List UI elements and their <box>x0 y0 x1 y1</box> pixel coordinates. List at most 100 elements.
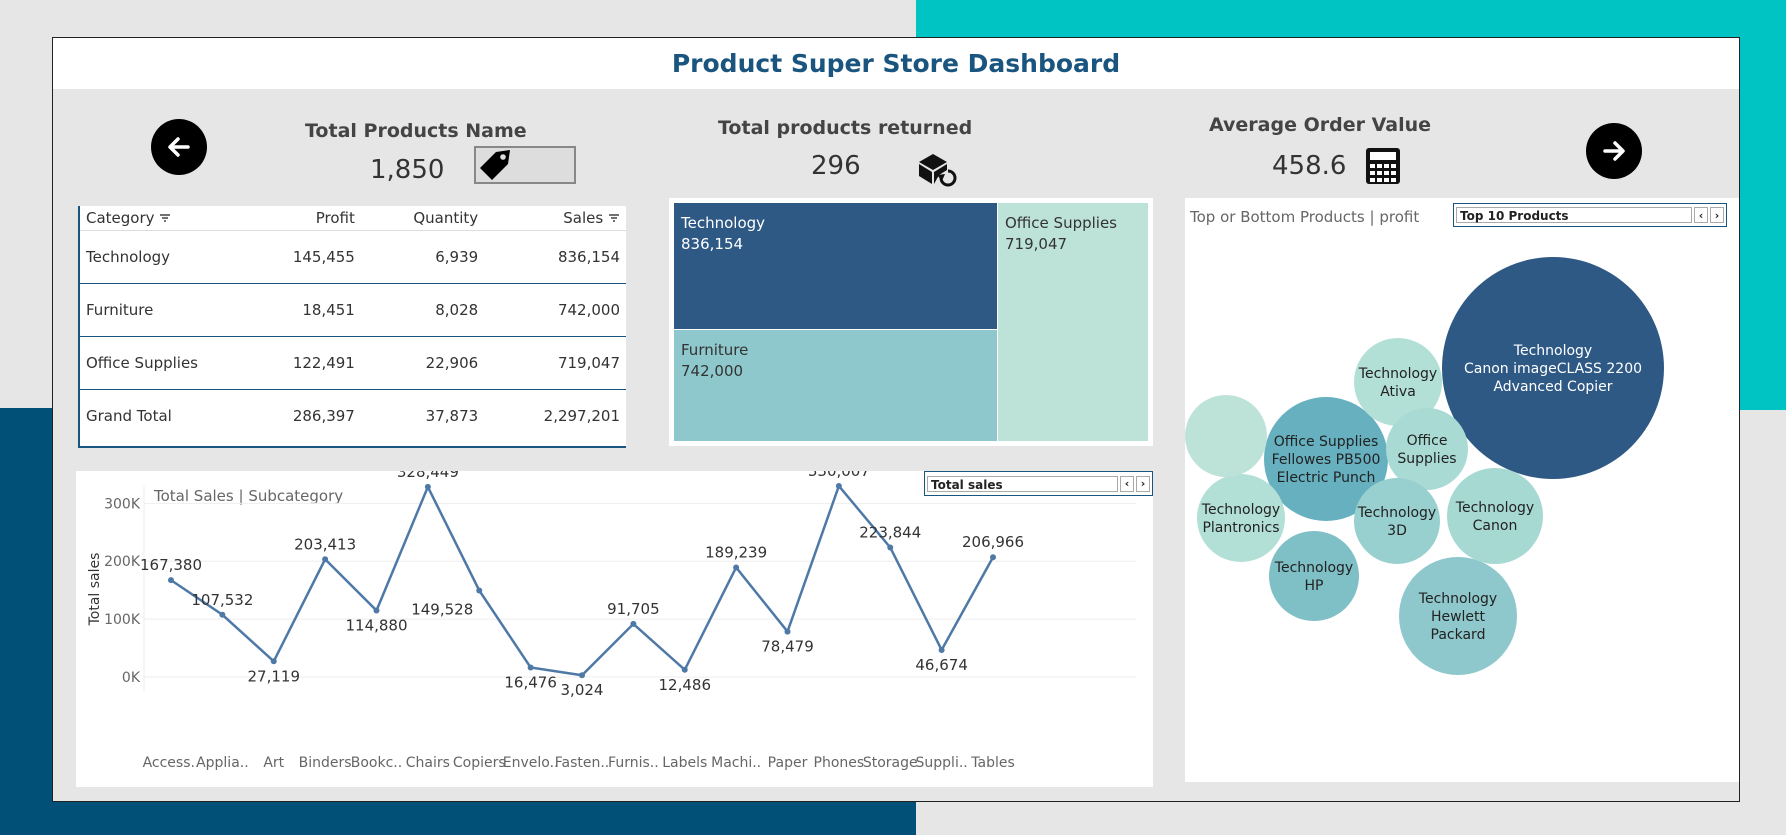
bubble[interactable] <box>1185 395 1267 477</box>
col-header-category[interactable]: Category <box>80 206 242 231</box>
table-row-grand-total[interactable]: Grand Total 286,397 37,873 2,297,201 <box>80 390 626 443</box>
bubble-label: HP <box>1305 578 1324 594</box>
data-point[interactable] <box>424 483 431 490</box>
data-label: 91,705 <box>607 600 660 618</box>
cell-profit: 122,491 <box>242 336 361 390</box>
data-point[interactable] <box>990 554 996 561</box>
treemap-tile-furniture[interactable]: Furniture 742,000 <box>674 330 997 441</box>
col-header-sales[interactable]: Sales <box>484 206 626 231</box>
bubble-label: Electric Punch <box>1277 470 1376 486</box>
treemap-tile-value: 719,047 <box>1005 235 1068 253</box>
kpi-returned-title: Total products returned <box>718 117 973 139</box>
data-label: 203,413 <box>294 535 356 553</box>
treemap-tile-name: Furniture <box>681 341 749 359</box>
title-bar: Product Super Store Dashboard <box>53 38 1739 89</box>
x-tick-label: Chairs <box>406 755 450 771</box>
cell-profit: 18,451 <box>242 283 361 337</box>
bubble[interactable]: Technology Canon <box>1447 468 1543 564</box>
data-label: 107,532 <box>191 591 253 609</box>
bubble-circle[interactable] <box>1269 531 1359 621</box>
data-point[interactable] <box>887 544 894 551</box>
y-axis-label: Total sales <box>87 553 103 627</box>
kpi-total-products-value: 1,850 <box>370 155 445 185</box>
bubble-label: Packard <box>1431 627 1486 643</box>
cell-sales: 719,047 <box>484 336 626 390</box>
data-label: 46,674 <box>915 656 968 674</box>
x-tick-label: Binders <box>299 755 352 771</box>
bubble-label: 3D <box>1387 523 1407 539</box>
bubble[interactable]: Technology HP <box>1269 531 1359 621</box>
data-point[interactable] <box>681 666 688 673</box>
cell-category: Grand Total <box>86 407 172 425</box>
treemap-tile-technology[interactable]: Technology 836,154 <box>674 203 997 329</box>
x-tick-label: Storage <box>863 755 918 771</box>
tag-box <box>474 146 576 184</box>
x-tick-label: Machi.. <box>711 755 761 771</box>
bubble[interactable]: Technology Plantronics <box>1197 474 1285 562</box>
bubble-label: Supplies <box>1397 451 1456 467</box>
data-label: 223,844 <box>859 523 921 541</box>
x-tick-label: Copiers <box>453 755 506 771</box>
x-tick-label: Tables <box>970 755 1015 771</box>
data-point[interactable] <box>630 620 637 627</box>
data-point[interactable] <box>784 628 791 635</box>
cell-category: Office Supplies <box>80 336 242 390</box>
bubble-circle[interactable] <box>1197 474 1285 562</box>
kpi-total-products-title: Total Products Name <box>305 120 527 142</box>
arrow-right-icon <box>1603 141 1625 161</box>
treemap-tile-name: Technology <box>681 214 766 232</box>
bubble[interactable]: Technology Hewlett Packard <box>1399 557 1517 675</box>
data-point[interactable] <box>373 607 380 614</box>
sort-icon[interactable] <box>159 213 171 223</box>
table-row[interactable]: Technology 145,455 6,939 836,154 <box>80 230 626 284</box>
col-header-quantity[interactable]: Quantity <box>360 206 485 231</box>
cell-sales: 836,154 <box>484 230 626 284</box>
data-point[interactable] <box>938 646 945 653</box>
x-tick-label: Applia.. <box>196 755 249 771</box>
x-tick-label: Art <box>263 755 284 771</box>
table-header-row: Category Profit Quantity Sales <box>80 206 626 231</box>
bubble[interactable]: Technology Canon imageCLASS 2200 Advanced … <box>1442 257 1664 479</box>
bubble-label: Technology <box>1455 500 1534 516</box>
calculator-icon <box>1366 148 1400 184</box>
prev-button[interactable] <box>151 119 207 175</box>
bubble[interactable]: Technology 3D <box>1354 478 1440 564</box>
kpi-aov-value: 458.6 <box>1272 151 1347 181</box>
bubble-chart-card: Top or Bottom Products | profit Top 10 P… <box>1185 198 1739 782</box>
data-point[interactable] <box>527 664 534 671</box>
bubble-circle[interactable] <box>1354 478 1440 564</box>
data-point[interactable] <box>168 577 174 584</box>
data-point[interactable] <box>476 587 483 594</box>
sort-icon[interactable] <box>608 213 620 223</box>
data-label: 328,449 <box>397 471 459 481</box>
bubble-circle[interactable] <box>1185 395 1267 477</box>
data-label: 12,486 <box>659 676 712 694</box>
line-chart: 0K 100K 200K 300K Total sales 167,380 Access..… <box>87 471 1136 771</box>
cell-quantity: 22,906 <box>360 336 485 390</box>
table-row[interactable]: Furniture 18,451 8,028 742,000 <box>80 283 626 337</box>
bubble-circle[interactable] <box>1447 468 1543 564</box>
y-tick-label: 200K <box>104 554 141 570</box>
cell-quantity: 37,873 <box>425 407 479 425</box>
table-row[interactable]: Office Supplies 122,491 22,906 719,047 <box>80 336 626 390</box>
x-tick-label: Furnis.. <box>608 755 659 771</box>
bubble-circle[interactable] <box>1386 408 1468 490</box>
x-tick-label: Bookc.. <box>351 755 402 771</box>
cell-category: Technology <box>80 230 242 284</box>
col-header-profit[interactable]: Profit <box>242 206 361 231</box>
arrow-left-icon <box>168 137 190 157</box>
data-point[interactable] <box>322 556 329 563</box>
col-header-sales-label: Sales <box>563 209 604 227</box>
x-tick-label: Envelo.. <box>503 755 559 771</box>
data-point[interactable] <box>579 672 585 679</box>
data-point[interactable] <box>270 658 277 665</box>
data-point[interactable] <box>835 482 842 489</box>
cell-quantity: 6,939 <box>360 230 485 284</box>
next-button[interactable] <box>1586 123 1642 179</box>
y-tick-label: 300K <box>104 496 141 512</box>
treemap-tile-office-supplies[interactable]: Office Supplies 719,047 <box>998 203 1148 441</box>
bubble[interactable]: Office Supplies <box>1386 408 1468 490</box>
data-label: 27,119 <box>248 667 301 685</box>
data-point[interactable] <box>733 564 740 571</box>
data-point[interactable] <box>219 611 226 618</box>
